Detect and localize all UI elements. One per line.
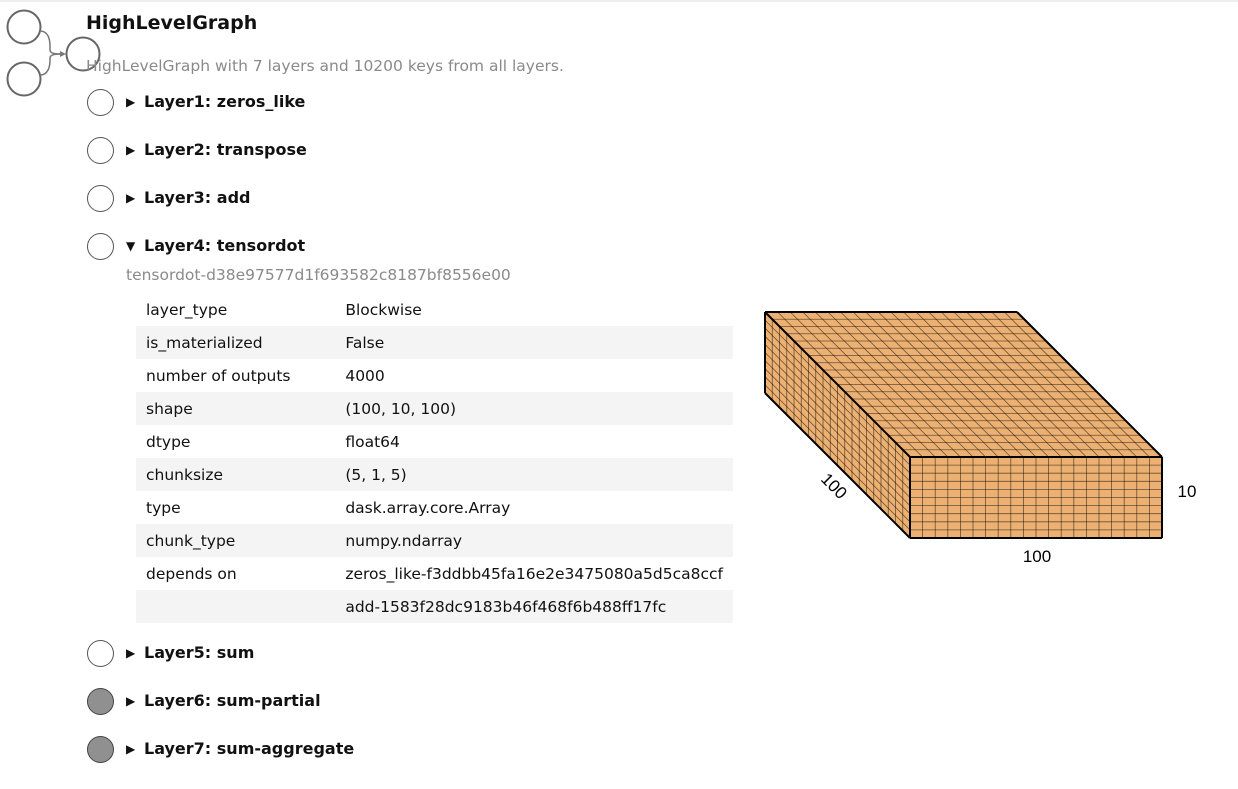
layer-status-circle (87, 89, 114, 116)
height-dimension-label: 10 (1178, 482, 1197, 501)
property-value: zeros_like-f3ddbb45fa16e2e3475080a5d5ca8… (345, 564, 723, 583)
table-row: depends on zeros_like-f3ddbb45fa16e2e3475… (136, 557, 733, 590)
property-value: numpy.ndarray (335, 524, 733, 557)
layer-label[interactable]: Layer5: sum (144, 643, 254, 662)
property-value: add-1583f28dc9183b46f468f6b488ff17fc (335, 590, 733, 623)
caret-right-icon[interactable]: ▶ (126, 143, 135, 157)
caret-right-icon[interactable]: ▶ (126, 646, 135, 660)
layer-status-circle (87, 233, 114, 260)
property-value: float64 (345, 432, 400, 451)
table-row: chunksize (5, 1, 5) (136, 458, 733, 491)
layer-3[interactable]: ▶ Layer3: add (86, 184, 986, 214)
layer-properties-table: layer_type Blockwise is_materialized False… (136, 293, 733, 623)
graph-summary: HighLevelGraph with 7 layers and 10200 k… (86, 57, 564, 75)
layer-key-name: tensordot-d38e97577d1f693582c8187bf8556e… (126, 266, 511, 284)
graph-title: HighLevelGraph (86, 12, 258, 34)
layer-label[interactable]: Layer2: transpose (144, 140, 307, 159)
table-row: shape (100, 10, 100) (136, 392, 733, 425)
property-value: (100, 10, 100) (335, 392, 733, 425)
table-row: is_materialized False (136, 326, 733, 359)
layer-2[interactable]: ▶ Layer2: transpose (86, 136, 986, 166)
property-key: depends on (146, 564, 237, 583)
table-row: chunk_type numpy.ndarray (136, 524, 733, 557)
property-value: (5, 1, 5) (335, 458, 733, 491)
caret-right-icon[interactable]: ▶ (126, 95, 135, 109)
layer-4[interactable]: ▼ Layer4: tensordot (86, 232, 986, 262)
caret-right-icon[interactable]: ▶ (126, 694, 135, 708)
layer-label[interactable]: Layer6: sum-partial (144, 691, 321, 710)
property-key (136, 590, 336, 623)
layer-status-circle-filled (87, 688, 114, 715)
array-chunk-preview: 100 10 100 (764, 311, 1197, 566)
property-value: dask.array.core.Array (345, 498, 511, 517)
layer-1[interactable]: ▶ Layer1: zeros_like (86, 88, 986, 118)
table-row: type dask.array.core.Array (136, 491, 733, 524)
layer-status-circle-filled (87, 736, 114, 763)
layer-status-circle (87, 185, 114, 212)
property-key: layer_type (146, 300, 228, 319)
layer-label[interactable]: Layer1: zeros_like (144, 92, 305, 111)
layer-label[interactable]: Layer3: add (144, 188, 250, 207)
table-row: add-1583f28dc9183b46f468f6b488ff17fc (136, 590, 733, 623)
width-dimension-label: 100 (1023, 547, 1051, 566)
chunk-grid (764, 311, 1163, 539)
table-row: layer_type Blockwise (136, 293, 733, 326)
property-value: False (335, 326, 733, 359)
top-divider (0, 0, 1238, 2)
layer-label[interactable]: Layer4: tensordot (144, 236, 305, 255)
property-key: shape (136, 392, 336, 425)
layer-6[interactable]: ▶ Layer6: sum-partial (86, 687, 986, 717)
property-key: number of outputs (146, 366, 291, 385)
layer-status-circle (87, 137, 114, 164)
caret-right-icon[interactable]: ▶ (126, 742, 135, 756)
property-key: dtype (146, 432, 191, 451)
property-key: is_materialized (136, 326, 336, 359)
caret-down-icon[interactable]: ▼ (126, 239, 135, 253)
property-value: Blockwise (345, 300, 422, 319)
table-row: dtype float64 (136, 425, 733, 458)
property-key: chunk_type (136, 524, 336, 557)
property-key: chunksize (136, 458, 336, 491)
layer-5[interactable]: ▶ Layer5: sum (86, 639, 986, 669)
table-row: number of outputs 4000 (136, 359, 733, 392)
layer-7[interactable]: ▶ Layer7: sum-aggregate (86, 735, 986, 765)
caret-right-icon[interactable]: ▶ (126, 191, 135, 205)
property-value: 4000 (345, 366, 385, 385)
property-key: type (146, 498, 181, 517)
layer-label[interactable]: Layer7: sum-aggregate (144, 739, 354, 758)
layer-status-circle (87, 640, 114, 667)
